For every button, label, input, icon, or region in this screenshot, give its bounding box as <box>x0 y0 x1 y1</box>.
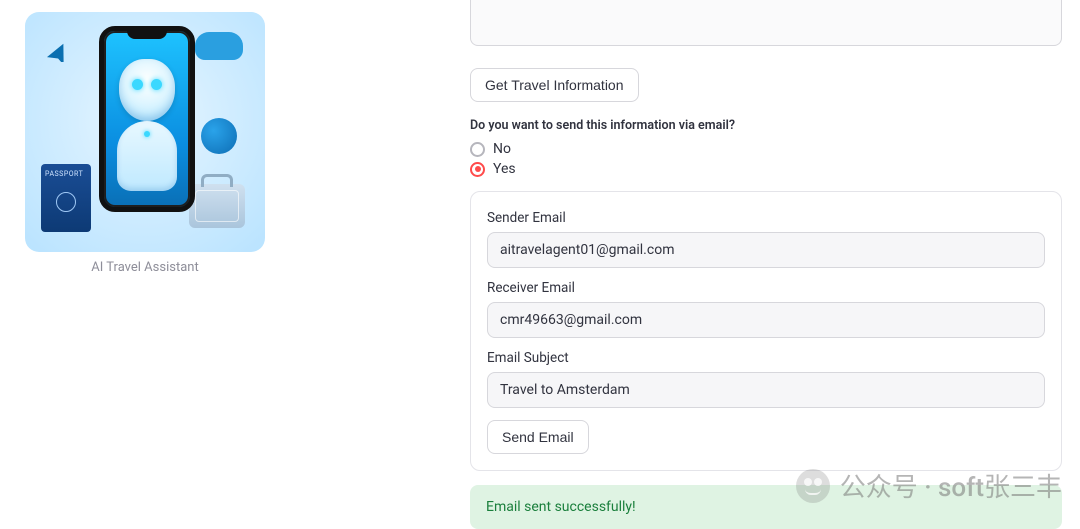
send-email-button[interactable]: Send Email <box>487 420 589 454</box>
phone-notch <box>127 31 167 39</box>
send-email-question: Do you want to send this information via… <box>470 118 1062 133</box>
assistant-caption: AI Travel Assistant <box>91 260 198 275</box>
receiver-email-input[interactable] <box>487 302 1045 338</box>
airplane-icon <box>43 38 67 62</box>
robot-head-icon <box>119 59 175 121</box>
radio-label: No <box>493 141 511 157</box>
subject-input[interactable] <box>487 372 1045 408</box>
receiver-email-label: Receiver Email <box>487 280 1045 296</box>
cloud-icon <box>195 32 243 60</box>
sender-email-field: Sender Email <box>487 210 1045 268</box>
subject-label: Email Subject <box>487 350 1045 366</box>
receiver-email-field: Receiver Email <box>487 280 1045 338</box>
success-alert: Email sent successfully! <box>470 485 1062 529</box>
send-email-radio-group: No Yes <box>470 141 1062 177</box>
main-column: Get Travel Information Do you want to se… <box>290 0 1080 522</box>
suitcase-icon <box>189 184 245 228</box>
page-root: PASSPORT AI Travel Assistant Get Travel … <box>0 0 1080 522</box>
radio-label: Yes <box>493 161 516 177</box>
sidebar: PASSPORT AI Travel Assistant <box>0 0 290 522</box>
radio-icon <box>470 142 485 157</box>
assistant-image: PASSPORT <box>25 12 265 252</box>
sender-email-input[interactable] <box>487 232 1045 268</box>
phone-frame <box>99 26 195 212</box>
passport-icon: PASSPORT <box>41 164 91 232</box>
radio-icon <box>470 162 485 177</box>
passport-label: PASSPORT <box>45 170 83 178</box>
subject-field: Email Subject <box>487 350 1045 408</box>
robot-body-icon <box>117 121 177 191</box>
radio-option-yes[interactable]: Yes <box>470 161 1062 177</box>
radio-option-no[interactable]: No <box>470 141 1062 157</box>
globe-icon <box>201 118 237 154</box>
travel-query-textarea[interactable] <box>470 0 1062 46</box>
sender-email-label: Sender Email <box>487 210 1045 226</box>
get-travel-info-button[interactable]: Get Travel Information <box>470 68 639 102</box>
email-form: Sender Email Receiver Email Email Subjec… <box>470 191 1062 471</box>
